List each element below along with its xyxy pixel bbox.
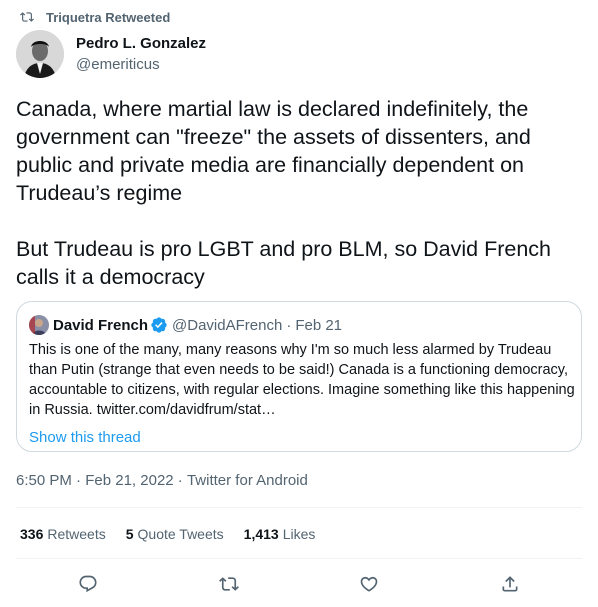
tweet-author: Pedro L. Gonzalez @emeriticus xyxy=(16,30,206,78)
quoted-tweet[interactable]: David French @DavidAFrench · Feb 21 This… xyxy=(16,301,582,452)
like-button[interactable] xyxy=(355,570,383,598)
retweets-stat[interactable]: 336 Retweets xyxy=(20,524,106,544)
show-thread-link[interactable]: Show this thread xyxy=(29,428,569,448)
timestamp-separator-2: · xyxy=(173,472,187,489)
retweet-button[interactable] xyxy=(215,570,243,598)
divider xyxy=(16,507,582,508)
like-icon xyxy=(360,576,378,592)
tweet-time[interactable]: 6:50 PM xyxy=(16,471,72,491)
likes-count: 1,413 xyxy=(243,526,279,542)
tweet-actions xyxy=(0,570,598,598)
retweets-label: Retweets xyxy=(47,526,106,542)
retweet-icon xyxy=(20,12,34,22)
quote-tweets-count: 5 xyxy=(125,526,134,542)
tweet-text: Canada, where martial law is declared in… xyxy=(16,97,551,289)
quote-text: This is one of the many, many reasons wh… xyxy=(29,342,575,418)
author-handle[interactable]: @emeriticus xyxy=(76,55,206,75)
retweet-context-label: Triquetra Retweeted xyxy=(46,9,171,25)
likes-stat[interactable]: 1,413 Likes xyxy=(244,524,316,544)
retweet-context[interactable]: Triquetra Retweeted xyxy=(20,8,170,26)
tweet-source[interactable]: Twitter for Android xyxy=(187,471,308,491)
share-button[interactable] xyxy=(496,570,524,598)
timestamp-separator: · xyxy=(71,472,86,489)
reply-icon xyxy=(79,575,97,593)
quote-date: Feb 21 xyxy=(295,316,343,334)
tweet-timestamp: 6:50 PM · Feb 21, 2022 · Twitter for And… xyxy=(16,471,308,491)
retweet-icon xyxy=(219,577,239,591)
quote-author-name: David French xyxy=(53,316,149,334)
author-avatar[interactable] xyxy=(16,30,64,78)
divider xyxy=(16,558,582,559)
quote-meta-separator: · xyxy=(286,316,292,334)
author-display-name[interactable]: Pedro L. Gonzalez xyxy=(76,34,206,54)
share-icon xyxy=(502,576,518,592)
verified-badge-icon xyxy=(151,317,167,333)
tweet-date[interactable]: Feb 21, 2022 xyxy=(85,471,173,491)
quoted-tweet-header: David French @DavidAFrench · Feb 21 xyxy=(29,314,569,336)
quote-author-avatar xyxy=(29,315,49,335)
quote-author-handle: @DavidAFrench xyxy=(172,316,283,334)
engagement-stats: 336 Retweets 5 Quote Tweets 1,413 Likes xyxy=(20,524,335,544)
likes-label: Likes xyxy=(282,526,316,542)
reply-button[interactable] xyxy=(74,570,102,598)
retweets-count: 336 xyxy=(20,526,44,542)
quote-tweets-stat[interactable]: 5 Quote Tweets xyxy=(126,524,224,544)
quote-tweets-label: Quote Tweets xyxy=(137,526,224,542)
